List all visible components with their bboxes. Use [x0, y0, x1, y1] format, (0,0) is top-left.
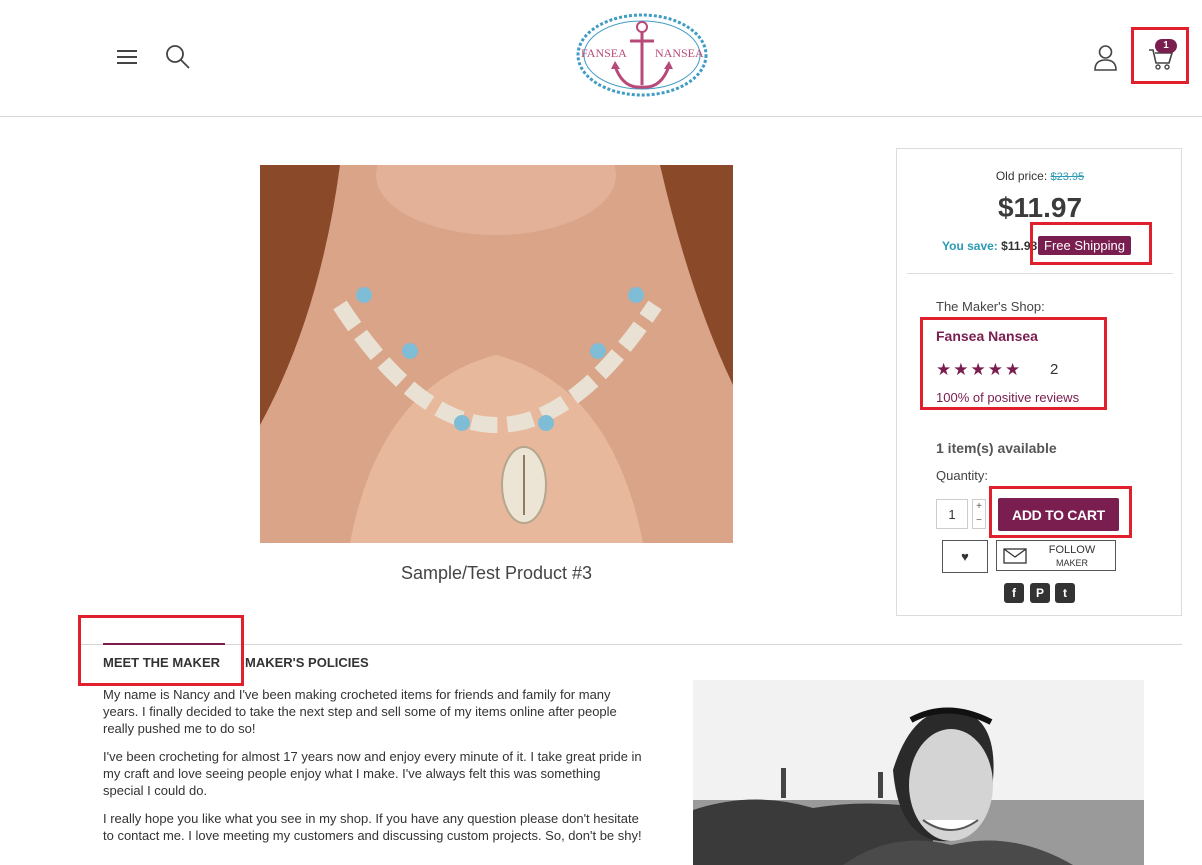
follow-label: FOLLOW [1048, 544, 1096, 556]
hamburger-menu-icon[interactable] [117, 50, 137, 66]
old-price-row: Old price: $23.95 [897, 169, 1183, 183]
about-paragraph: I really hope you like what you see in m… [103, 811, 642, 843]
product-image[interactable] [260, 165, 733, 543]
pinterest-share-icon[interactable]: P [1030, 583, 1050, 603]
about-paragraph: I've been crocheting for almost 17 years… [103, 749, 642, 798]
envelope-icon [1003, 548, 1027, 564]
facebook-share-icon[interactable]: f [1004, 583, 1024, 603]
panel-divider [907, 273, 1173, 274]
shop-name-link[interactable]: Fansea Nansea [936, 328, 1038, 344]
quantity-label: Quantity: [936, 468, 989, 483]
quantity-stepper[interactable]: + − [972, 499, 986, 529]
heart-icon: ♥ [961, 549, 969, 564]
you-save-row: You save: $11.98 [942, 239, 1037, 253]
tab-makers-policies[interactable]: MAKER'S POLICIES [245, 655, 369, 670]
quantity-decrement[interactable]: − [973, 514, 985, 528]
about-maker-text: My name is Nancy and I've been making cr… [103, 686, 643, 855]
product-title: Sample/Test Product #3 [400, 563, 593, 583]
quantity-increment[interactable]: + [973, 500, 985, 514]
about-paragraph: My name is Nancy and I've been making cr… [103, 687, 617, 736]
rating-stars: ★★★★★ [936, 360, 1023, 379]
add-to-cart-highlight-box: ADD TO CART [989, 486, 1132, 538]
makers-shop-label: The Maker's Shop: [936, 299, 1045, 314]
maker-highlight-box: Fansea Nansea ★★★★★ 2 100% of positive r… [920, 317, 1107, 410]
logo-text-left: FANSEA [581, 46, 627, 60]
add-to-cart-button[interactable]: ADD TO CART [998, 498, 1119, 531]
availability-text: 1 item(s) available [936, 440, 1057, 456]
old-price-label: Old price: [995, 169, 1048, 183]
wishlist-button[interactable]: ♥ [942, 540, 988, 573]
cart-count-badge: 1 [1155, 39, 1177, 53]
maker-portrait [693, 680, 1144, 865]
old-price-value: $23.95 [1050, 171, 1085, 183]
tab-highlight-box [78, 615, 244, 686]
follow-maker-button[interactable]: FOLLOW MAKER [996, 540, 1116, 571]
current-price: $11.97 [997, 192, 1083, 223]
you-save-label: You save: [942, 239, 998, 253]
user-account-icon[interactable] [1093, 44, 1118, 72]
maker-photo [693, 680, 1144, 865]
search-icon[interactable] [165, 44, 191, 70]
brand-logo[interactable]: FANSEA NANSEA [575, 11, 710, 99]
free-shipping-badge: Free Shipping [1038, 236, 1131, 255]
maker-label: MAKER [1055, 558, 1088, 568]
twitter-share-icon[interactable]: t [1055, 583, 1075, 603]
purchase-panel: Old price: $23.95 $11.97 You save: $11.9… [896, 148, 1182, 616]
rating-count: 2 [1050, 361, 1059, 378]
free-shipping-highlight-box: Free Shipping [1030, 222, 1152, 265]
positive-reviews-link[interactable]: 100% of positive reviews [936, 390, 1079, 405]
cart-highlight-box: 1 [1131, 27, 1189, 84]
quantity-input[interactable] [936, 499, 968, 529]
site-header: FANSEA NANSEA 1 [0, 0, 1202, 117]
logo-text-right: NANSEA [655, 46, 704, 60]
necklace-photo [260, 165, 733, 543]
